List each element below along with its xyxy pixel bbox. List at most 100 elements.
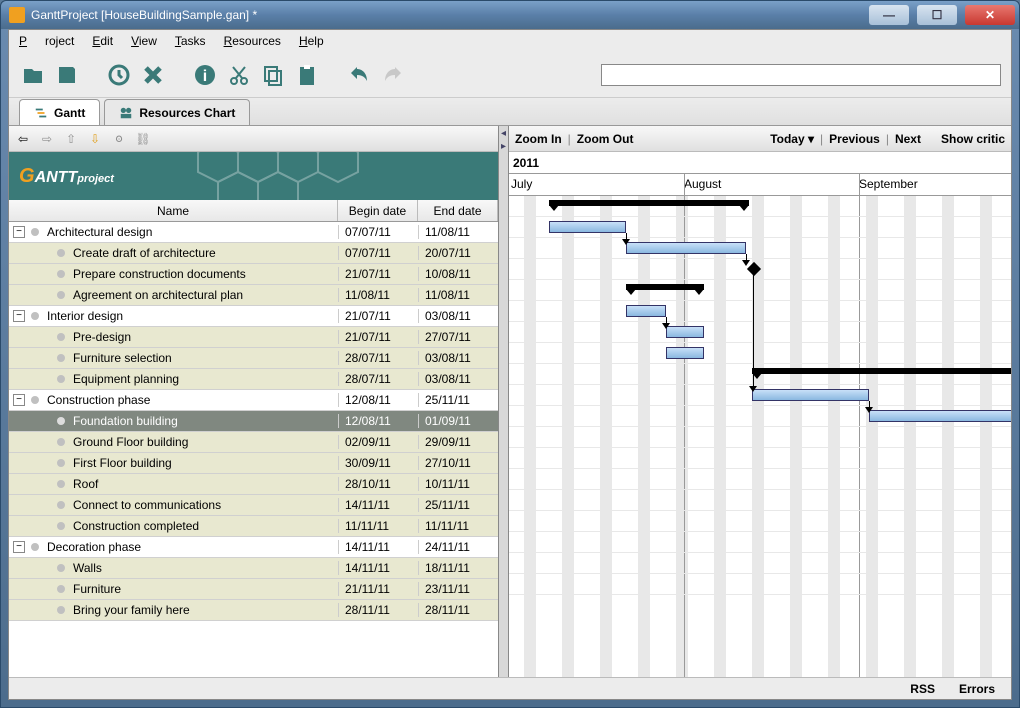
expand-icon[interactable]: − bbox=[13, 310, 25, 322]
task-row[interactable]: Bring your family here28/11/1128/11/11 bbox=[9, 600, 498, 621]
maximize-button[interactable]: ☐ bbox=[917, 5, 957, 25]
expand-icon[interactable]: − bbox=[13, 394, 25, 406]
summary-bar[interactable] bbox=[752, 368, 1011, 374]
task-row[interactable]: Furniture selection28/07/1103/08/11 bbox=[9, 348, 498, 369]
task-row[interactable]: Foundation building12/08/1101/09/11 bbox=[9, 411, 498, 432]
task-row[interactable]: Construction completed11/11/1111/11/11 bbox=[9, 516, 498, 537]
delete-icon[interactable] bbox=[139, 61, 167, 89]
splitter[interactable]: ◂ ▸ bbox=[499, 126, 509, 677]
gantt-row bbox=[509, 532, 1011, 553]
next-button[interactable]: Next bbox=[895, 132, 921, 146]
task-row[interactable]: Prepare construction documents21/07/1110… bbox=[9, 264, 498, 285]
col-name[interactable]: Name bbox=[9, 200, 338, 221]
zoom-out-button[interactable]: Zoom Out bbox=[577, 132, 634, 146]
gantt-icon bbox=[34, 106, 48, 120]
minimize-button[interactable]: — bbox=[869, 5, 909, 25]
task-bullet-icon bbox=[57, 459, 65, 467]
task-end: 11/08/11 bbox=[418, 288, 498, 302]
summary-bar[interactable] bbox=[549, 200, 749, 206]
copy-icon[interactable] bbox=[259, 61, 287, 89]
task-row[interactable]: −Construction phase12/08/1125/11/11 bbox=[9, 390, 498, 411]
task-row[interactable]: First Floor building30/09/1127/10/11 bbox=[9, 453, 498, 474]
save-icon[interactable] bbox=[53, 61, 81, 89]
splitter-left-icon[interactable]: ◂ bbox=[501, 128, 506, 139]
tab-gantt[interactable]: Gantt bbox=[19, 99, 100, 125]
col-end[interactable]: End date bbox=[418, 200, 498, 221]
nav-up-icon[interactable]: ⇧ bbox=[61, 129, 81, 149]
app-window: GanttProject [HouseBuildingSample.gan] *… bbox=[0, 0, 1020, 708]
task-row[interactable]: Roof28/10/1110/11/11 bbox=[9, 474, 498, 495]
summary-bar[interactable] bbox=[626, 284, 704, 290]
task-row[interactable]: Equipment planning28/07/1103/08/11 bbox=[9, 369, 498, 390]
menu-help[interactable]: Help bbox=[299, 34, 324, 48]
info-icon[interactable]: i bbox=[191, 61, 219, 89]
task-row[interactable]: −Architectural design07/07/1111/08/11 bbox=[9, 222, 498, 243]
expand-icon[interactable]: − bbox=[13, 541, 25, 553]
nav-down-icon[interactable]: ⇩ bbox=[85, 129, 105, 149]
expand-icon[interactable]: − bbox=[13, 226, 25, 238]
task-name: Pre-design bbox=[71, 330, 338, 344]
nav-forward-icon[interactable]: ⇨ bbox=[37, 129, 57, 149]
menu-tasks[interactable]: Tasks bbox=[175, 34, 206, 48]
redo-icon[interactable] bbox=[379, 61, 407, 89]
task-row[interactable]: −Decoration phase14/11/1124/11/11 bbox=[9, 537, 498, 558]
task-row[interactable]: Pre-design21/07/1127/07/11 bbox=[9, 327, 498, 348]
task-begin: 21/07/11 bbox=[338, 330, 418, 344]
clock-icon[interactable] bbox=[105, 61, 133, 89]
task-bullet-icon bbox=[31, 312, 39, 320]
link-icon[interactable]: 𐍈 bbox=[109, 129, 129, 149]
task-row[interactable]: −Interior design21/07/1103/08/11 bbox=[9, 306, 498, 327]
task-row[interactable]: Furniture21/11/1123/11/11 bbox=[9, 579, 498, 600]
menu-edit[interactable]: Edit bbox=[92, 34, 113, 48]
task-row[interactable]: Walls14/11/1118/11/11 bbox=[9, 558, 498, 579]
task-row[interactable]: Ground Floor building02/09/1129/09/11 bbox=[9, 432, 498, 453]
menu-view[interactable]: View bbox=[131, 34, 157, 48]
today-button[interactable]: Today ▾ bbox=[770, 132, 814, 146]
cut-icon[interactable] bbox=[225, 61, 253, 89]
task-list[interactable]: −Architectural design07/07/1111/08/11Cre… bbox=[9, 222, 498, 677]
task-bar[interactable] bbox=[626, 305, 666, 317]
show-critical-button[interactable]: Show critic bbox=[941, 132, 1005, 146]
menu-project[interactable]: Project bbox=[19, 34, 74, 48]
close-button[interactable]: ✕ bbox=[965, 5, 1015, 25]
task-bar[interactable] bbox=[549, 221, 626, 233]
gantt-chart[interactable] bbox=[509, 196, 1011, 677]
titlebar[interactable]: GanttProject [HouseBuildingSample.gan] *… bbox=[1, 1, 1019, 29]
col-begin[interactable]: Begin date bbox=[338, 200, 418, 221]
task-bullet-icon bbox=[57, 249, 65, 257]
task-end: 25/11/11 bbox=[418, 393, 498, 407]
task-bar[interactable] bbox=[626, 242, 746, 254]
task-row[interactable]: Create draft of architecture07/07/1120/0… bbox=[9, 243, 498, 264]
gantt-pane: Zoom In | Zoom Out Today ▾ | Previous | … bbox=[509, 126, 1011, 677]
gantt-row bbox=[509, 469, 1011, 490]
previous-button[interactable]: Previous bbox=[829, 132, 880, 146]
dependency-arrow-icon bbox=[865, 407, 873, 413]
task-name: Agreement on architectural plan bbox=[71, 288, 338, 302]
task-begin: 11/08/11 bbox=[338, 288, 418, 302]
left-toolbar: ⇦ ⇨ ⇧ ⇩ 𐍈 ⛓ bbox=[9, 126, 498, 152]
undo-icon[interactable] bbox=[345, 61, 373, 89]
task-bar[interactable] bbox=[869, 410, 1011, 422]
menu-resources[interactable]: Resources bbox=[224, 34, 281, 48]
nav-back-icon[interactable]: ⇦ bbox=[13, 129, 33, 149]
task-name: Decoration phase bbox=[45, 540, 338, 554]
splitter-right-icon[interactable]: ▸ bbox=[501, 141, 506, 152]
zoom-in-button[interactable]: Zoom In bbox=[515, 132, 562, 146]
task-row[interactable]: Connect to communications14/11/1125/11/1… bbox=[9, 495, 498, 516]
task-name: Prepare construction documents bbox=[71, 267, 338, 281]
status-rss[interactable]: RSS bbox=[910, 682, 935, 696]
gantt-toolbar: Zoom In | Zoom Out Today ▾ | Previous | … bbox=[509, 126, 1011, 152]
task-bar[interactable] bbox=[666, 326, 704, 338]
status-errors[interactable]: Errors bbox=[959, 682, 995, 696]
open-icon[interactable] bbox=[19, 61, 47, 89]
tab-resources-chart[interactable]: Resources Chart bbox=[104, 99, 250, 125]
task-end: 20/07/11 bbox=[418, 246, 498, 260]
unlink-icon[interactable]: ⛓ bbox=[133, 129, 153, 149]
paste-icon[interactable] bbox=[293, 61, 321, 89]
task-bar[interactable] bbox=[752, 389, 869, 401]
task-bullet-icon bbox=[57, 270, 65, 278]
task-bar[interactable] bbox=[666, 347, 704, 359]
task-end: 11/11/11 bbox=[418, 519, 498, 533]
task-row[interactable]: Agreement on architectural plan11/08/111… bbox=[9, 285, 498, 306]
search-input[interactable] bbox=[601, 64, 1001, 86]
